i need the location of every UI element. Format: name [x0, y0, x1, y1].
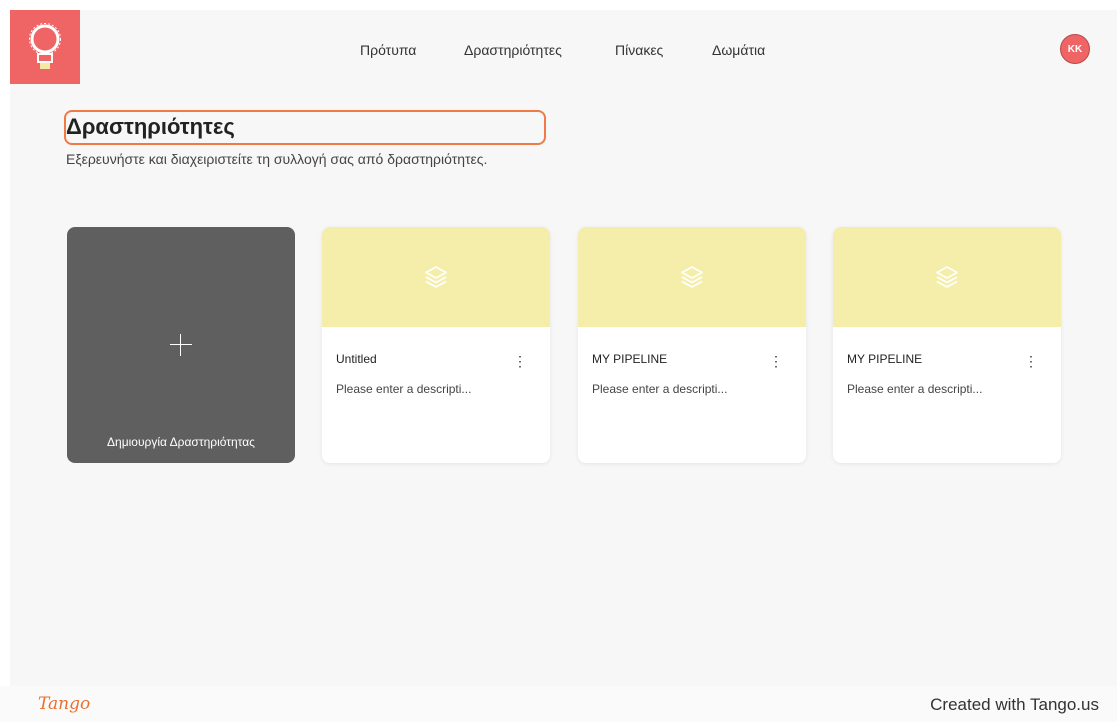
card-title: Untitled: [336, 352, 377, 366]
activity-card[interactable]: MY PIPELINE Please enter a descripti... …: [833, 227, 1061, 463]
app-window: Πρότυπα Δραστηριότητες Πίνακες Δωμάτια K…: [10, 10, 1117, 686]
card-header: [833, 227, 1061, 327]
nav-rooms[interactable]: Δωμάτια: [712, 42, 765, 58]
plus-icon: [166, 330, 196, 360]
layers-icon: [936, 266, 958, 288]
more-vert-icon[interactable]: ⋮: [512, 353, 528, 369]
card-description: Please enter a descripti...: [336, 382, 472, 396]
top-nav: Πρότυπα Δραστηριότητες Πίνακες Δωμάτια: [10, 42, 1117, 62]
activity-card[interactable]: Untitled Please enter a descripti... ⋮: [322, 227, 550, 463]
card-header: [578, 227, 806, 327]
footer-credit: Created with Tango.us: [930, 695, 1099, 714]
create-activity-label: Δημιουργία Δραστηριότητας: [107, 435, 255, 449]
nav-templates[interactable]: Πρότυπα: [360, 42, 416, 58]
create-activity-card[interactable]: Δημιουργία Δραστηριότητας: [67, 227, 295, 463]
card-header: [322, 227, 550, 327]
card-description: Please enter a descripti...: [592, 382, 728, 396]
page-subtitle: Εξερευνήστε και διαχειριστείτε τη συλλογ…: [66, 151, 488, 167]
card-description: Please enter a descripti...: [847, 382, 983, 396]
user-avatar[interactable]: KK: [1060, 34, 1090, 64]
footer: Tango Created with Tango.us: [0, 686, 1117, 722]
tango-brand: Tango: [38, 694, 91, 714]
more-vert-icon[interactable]: ⋮: [1023, 353, 1039, 369]
page-title: Δραστηριότητες: [66, 114, 235, 139]
nav-boards[interactable]: Πίνακες: [615, 42, 663, 58]
more-vert-icon[interactable]: ⋮: [768, 353, 784, 369]
card-title: MY PIPELINE: [847, 352, 923, 366]
nav-activities[interactable]: Δραστηριότητες: [464, 42, 562, 58]
layers-icon: [425, 266, 447, 288]
card-title: MY PIPELINE: [592, 352, 668, 366]
activity-card[interactable]: MY PIPELINE Please enter a descripti... …: [578, 227, 806, 463]
layers-icon: [681, 266, 703, 288]
